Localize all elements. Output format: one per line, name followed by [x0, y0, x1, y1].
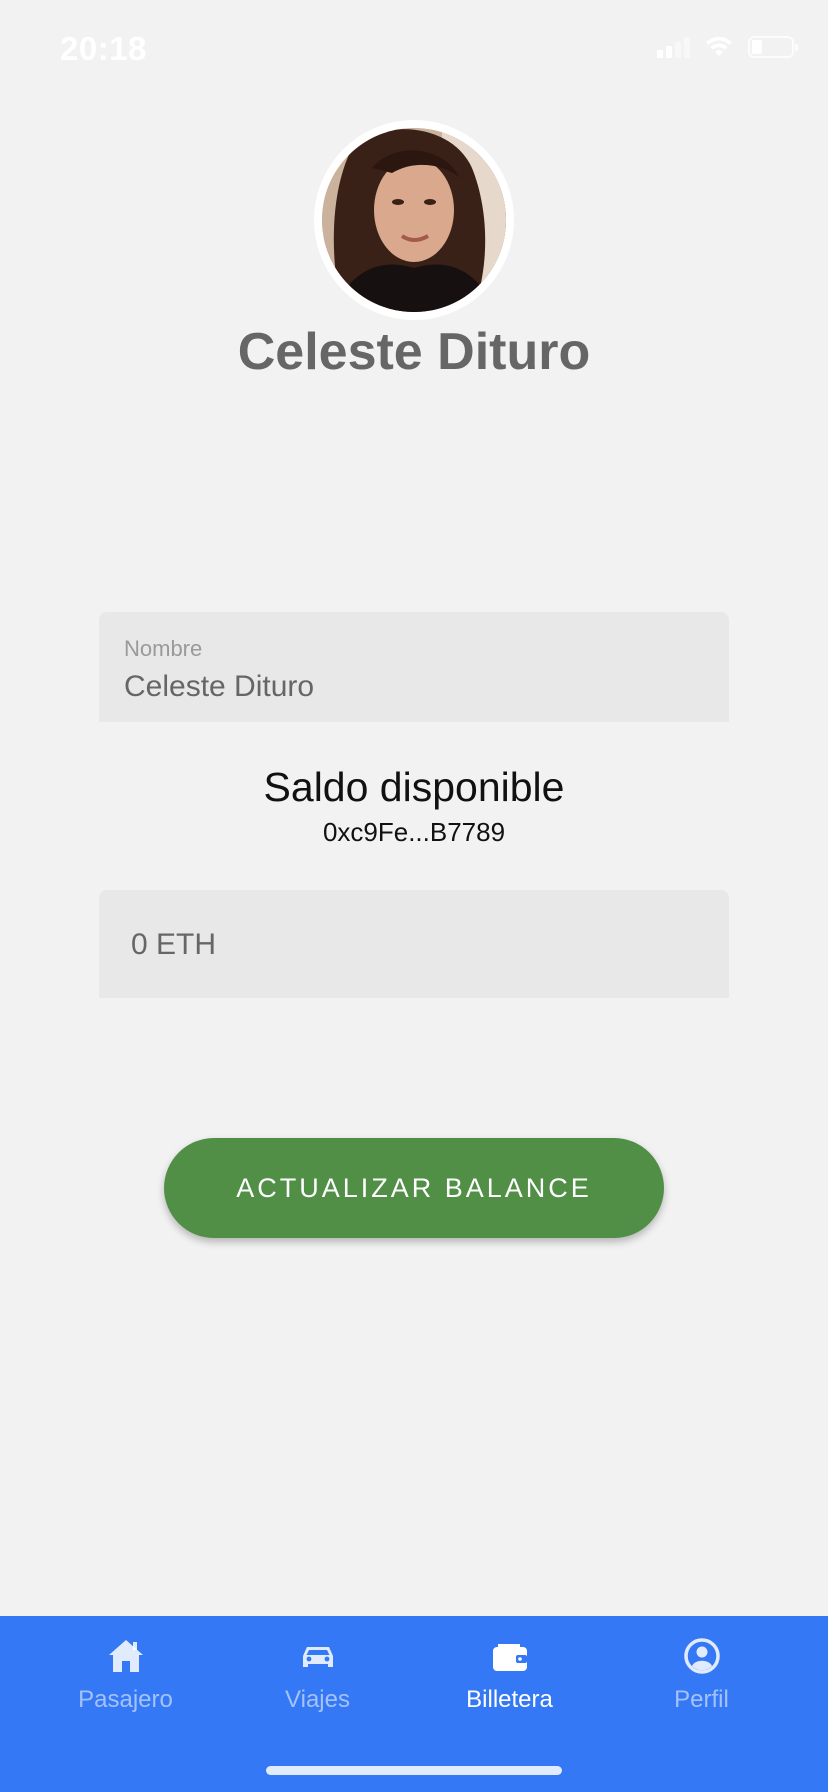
tab-viajes[interactable]: Viajes: [214, 1636, 421, 1736]
battery-icon: [748, 36, 798, 58]
status-time: 20:18: [60, 30, 147, 67]
avatar: [314, 120, 514, 320]
tab-billetera[interactable]: Billetera: [406, 1636, 613, 1736]
home-indicator[interactable]: [266, 1766, 562, 1775]
tab-label: Perfil: [674, 1686, 729, 1713]
balance-field[interactable]: 0 ETH: [99, 890, 729, 998]
tab-label: Billetera: [466, 1686, 553, 1713]
bottom-tab-bar: Pasajero Viajes Billetera Perfil: [0, 1616, 828, 1792]
update-balance-button[interactable]: ACTUALIZAR BALANCE: [164, 1138, 664, 1238]
wallet-icon: [492, 1644, 527, 1671]
balance-value: 0 ETH: [131, 928, 217, 961]
home-icon: [108, 1640, 143, 1672]
status-bar: 20:18: [0, 0, 828, 100]
cellular-signal-icon: [657, 36, 690, 58]
tab-label: Pasajero: [78, 1686, 173, 1713]
status-icons: [657, 36, 798, 58]
car-icon: [302, 1647, 333, 1667]
name-field[interactable]: Nombre Celeste Dituro: [99, 612, 729, 722]
name-field-value: Celeste Dituro: [124, 670, 315, 703]
user-circle-icon: [683, 1638, 720, 1674]
avatar-photo: [322, 128, 506, 312]
profile-name: Celeste Dituro: [237, 323, 591, 381]
tab-label: Viajes: [285, 1686, 350, 1713]
tab-pasajero[interactable]: Pasajero: [22, 1636, 229, 1736]
balance-title: Saldo disponible: [263, 764, 565, 810]
wallet-screen: 20:18 Celeste Dituro Nombre Celeste Ditu…: [0, 0, 828, 1792]
wallet-address: 0xc9Fe...B7789: [322, 817, 506, 847]
tab-perfil[interactable]: Perfil: [598, 1636, 805, 1736]
name-field-label: Nombre: [124, 636, 203, 661]
wifi-icon: [706, 36, 732, 56]
